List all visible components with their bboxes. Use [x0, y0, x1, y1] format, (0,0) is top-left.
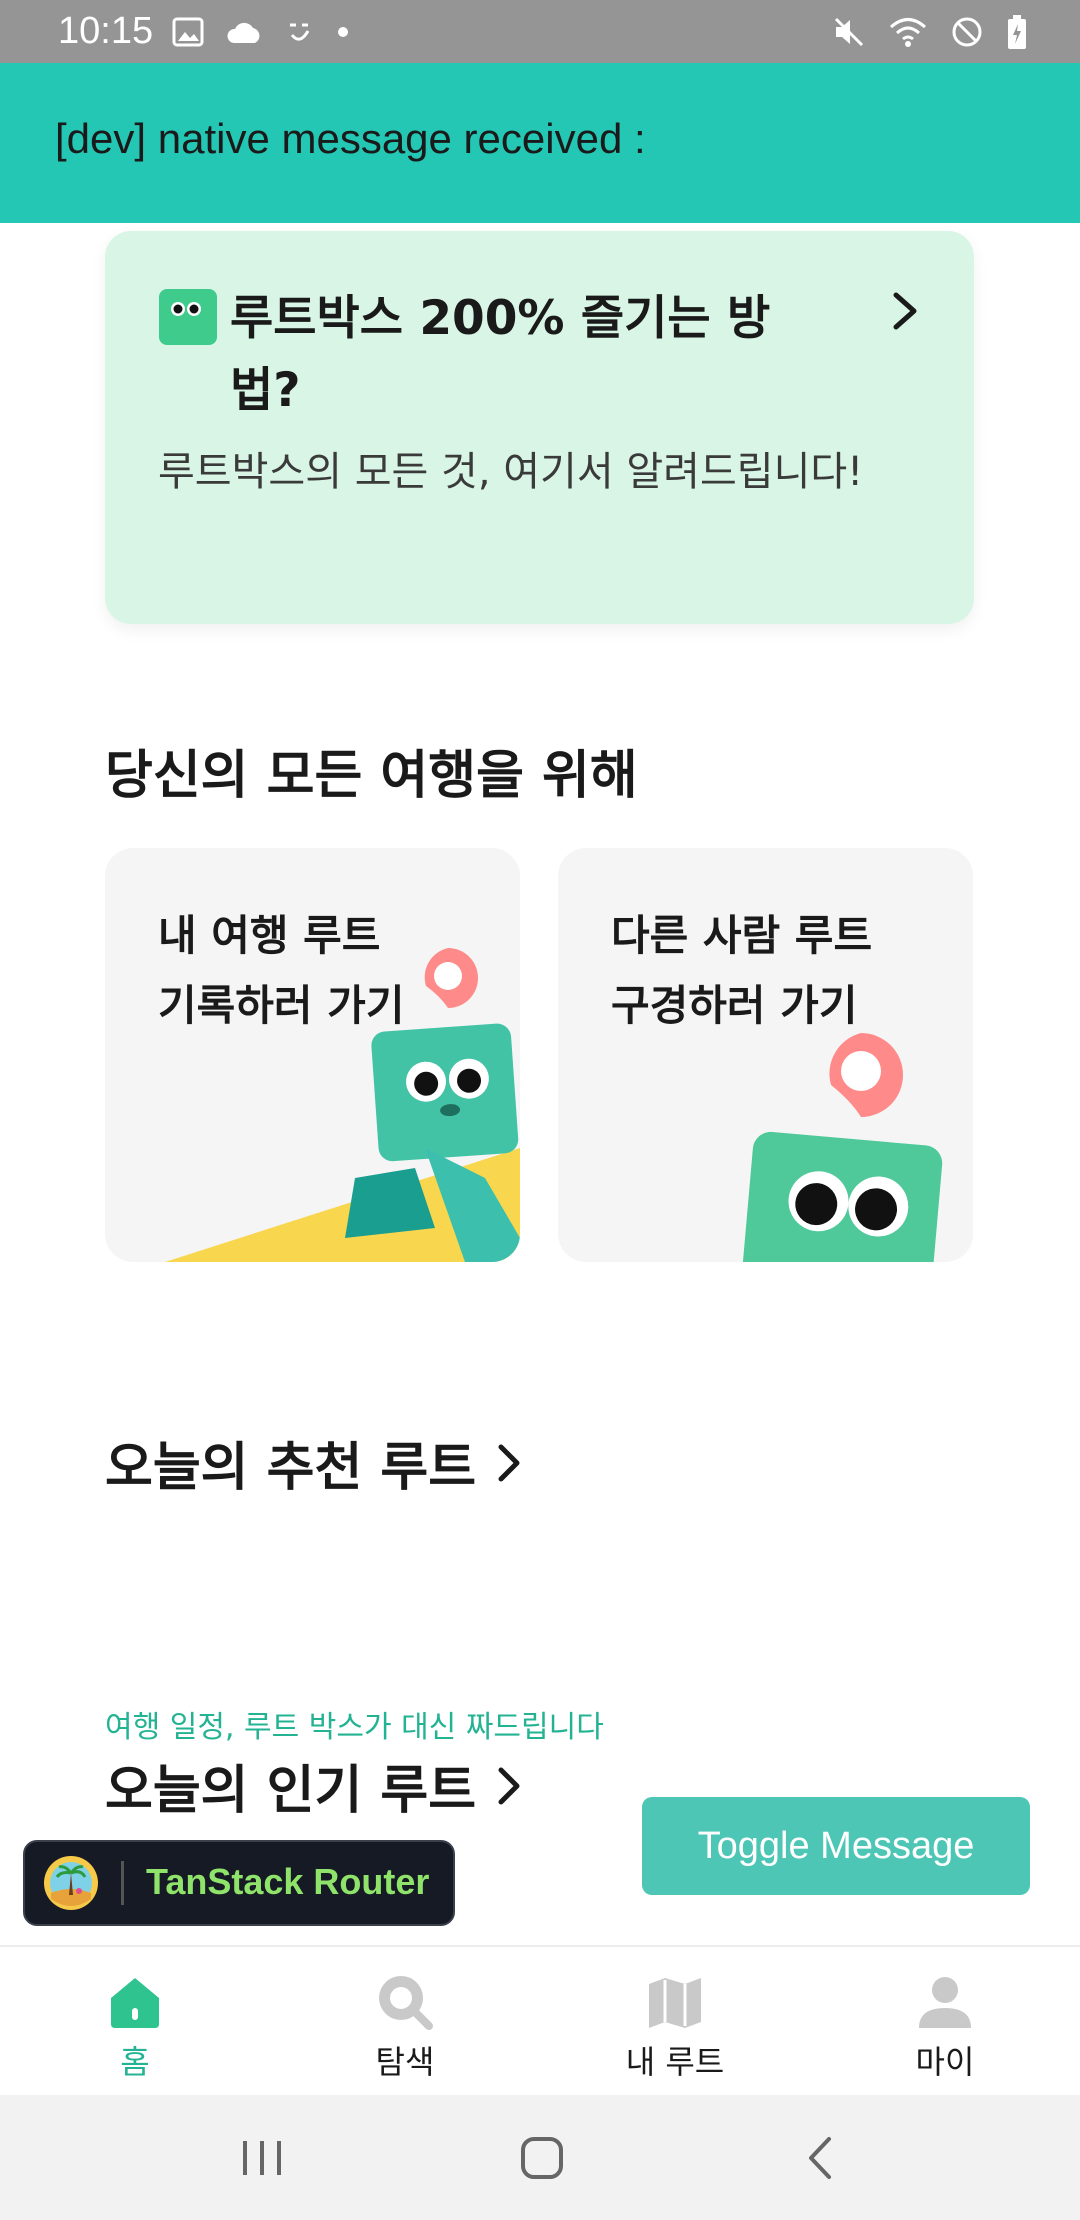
tab-home[interactable]: 홈 — [0, 1947, 270, 2097]
status-left-icons — [172, 14, 350, 50]
cloud-icon — [227, 22, 260, 43]
tab-my[interactable]: 마이 — [810, 1947, 1080, 2097]
mascot-icon — [159, 289, 217, 345]
tanstack-separator — [121, 1861, 124, 1905]
home-icon — [111, 1978, 159, 2028]
guide-card-description: 루트박스의 모든 것, 여기서 알려드립니다! — [158, 449, 864, 495]
chevron-right-icon — [893, 292, 917, 330]
section-title-all-trips: 당신의 모든 여행을 위해 — [105, 746, 638, 806]
popular-subtitle: 여행 일정, 루트 박스가 대신 짜드립니다 — [105, 1710, 604, 1745]
map-icon — [649, 1978, 701, 2028]
tanstack-label: TanStack Router — [146, 1861, 430, 1902]
dev-message-text: [dev] native message received : — [55, 115, 646, 162]
guide-card[interactable]: 루트박스 200% 즐기는 방법? 루트박스의 모든 것, 여기서 알려드립니다… — [105, 231, 974, 624]
tab-home-label: 홈 — [120, 2043, 150, 2081]
status-bar: 10:15 — [0, 0, 1080, 63]
wifi-icon — [890, 18, 926, 47]
dnd-icon — [952, 17, 982, 47]
today-popular-label: 오늘의 인기 루트 — [105, 1761, 477, 1821]
chevron-right-icon — [498, 1444, 520, 1481]
browse-routes-tile[interactable]: 다른 사람 루트 구경하러 가기 — [558, 848, 973, 1262]
record-route-tile[interactable]: 내 여행 루트 기록하러 가기 — [105, 848, 520, 1262]
profile-icon — [919, 1977, 971, 2028]
bottom-tab-bar: 홈 탐색 내 루트 마이 — [0, 1945, 1080, 2097]
toggle-message-button[interactable]: Toggle Message — [642, 1797, 1030, 1895]
tab-search[interactable]: 탐색 — [270, 1947, 540, 2097]
record-route-label: 내 여행 루트 기록하러 가기 — [158, 911, 405, 1030]
recents-icon[interactable] — [227, 2125, 297, 2191]
dot-icon — [338, 27, 348, 37]
app-icon — [290, 23, 310, 41]
home-nav-icon[interactable] — [507, 2125, 577, 2191]
battery-charging-icon — [1008, 15, 1026, 49]
chevron-right-icon — [498, 1767, 520, 1804]
system-nav-bar — [0, 2095, 1080, 2220]
mute-icon — [834, 17, 864, 47]
section-title-today-popular[interactable]: 오늘의 인기 루트 — [105, 1748, 524, 1823]
tanstack-logo-icon — [44, 1856, 98, 1910]
tab-my-route[interactable]: 내 루트 — [540, 1947, 810, 2097]
status-time: 10:15 — [58, 10, 154, 52]
search-icon — [379, 1976, 433, 2030]
status-right-icons — [832, 12, 1028, 52]
tanstack-router-devtools-button[interactable]: TanStack Router — [23, 1840, 455, 1926]
image-icon — [172, 17, 204, 47]
today-recommended-label: 오늘의 추천 루트 — [105, 1438, 477, 1498]
tab-my-label: 마이 — [915, 2043, 975, 2081]
dev-message-banner: [dev] native message received : — [0, 63, 1080, 223]
back-icon[interactable] — [787, 2125, 857, 2191]
tab-search-label: 탐색 — [375, 2043, 435, 2081]
guide-card-title: 루트박스 200% 즐기는 방법? — [230, 291, 771, 418]
tab-my-route-label: 내 루트 — [625, 2043, 725, 2081]
browse-routes-label: 다른 사람 루트 구경하러 가기 — [611, 911, 873, 1030]
section-title-today-recommended[interactable]: 오늘의 추천 루트 — [105, 1425, 524, 1500]
